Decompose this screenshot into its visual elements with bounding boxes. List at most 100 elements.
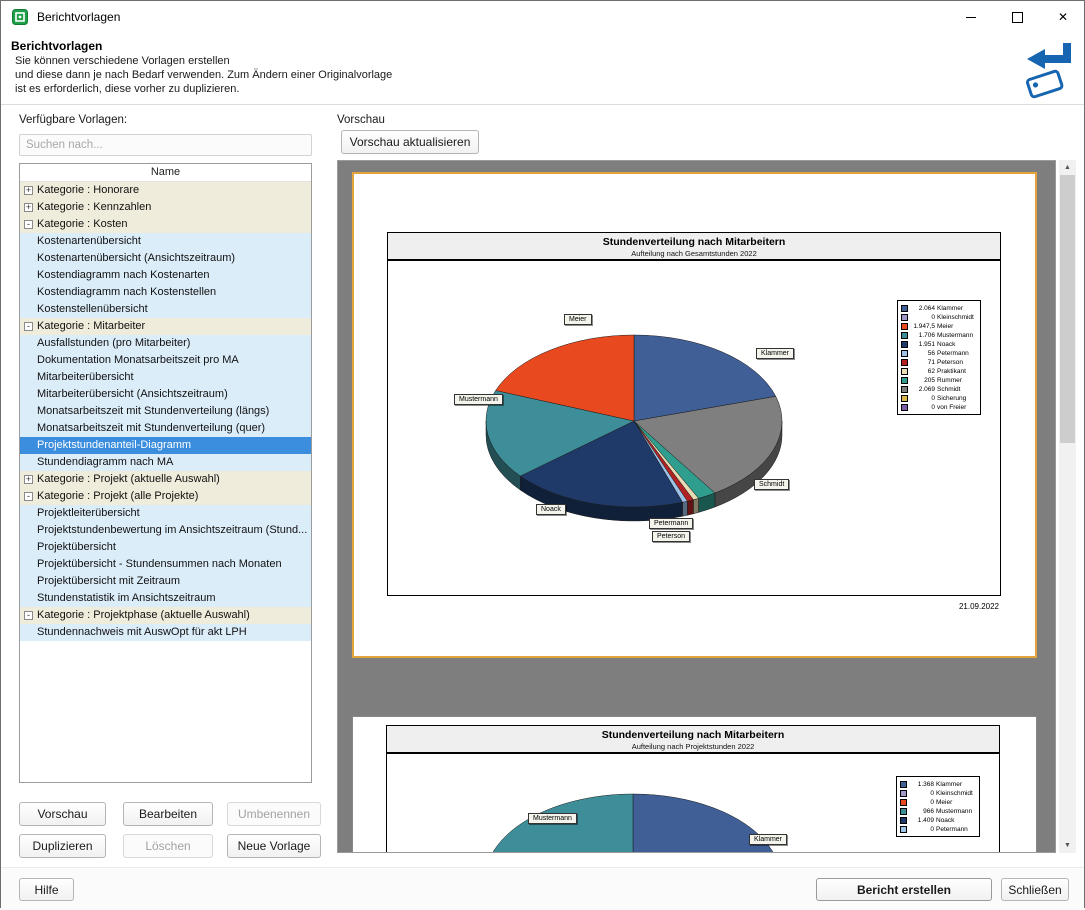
- maximize-button[interactable]: [994, 1, 1040, 33]
- chart-legend-1: 2.064 Klammer 0 Kleinschmidt 1.947,5 Meier 1.7…: [897, 300, 981, 415]
- report-subtitle-1: Aufteilung nach Gesamtstunden 2022: [631, 249, 757, 258]
- bericht-erstellen-button[interactable]: Bericht erstellen: [816, 878, 992, 901]
- window-title: Berichtvorlagen: [37, 10, 121, 24]
- description-line-1: Sie können verschiedene Vorlagen erstell…: [15, 55, 230, 67]
- tree-item[interactable]: + Kategorie : Honorare: [20, 182, 311, 199]
- tree-item[interactable]: Stundendiagramm nach MA: [20, 454, 311, 471]
- legend-color-swatch: [900, 781, 907, 788]
- preview-scrollbar[interactable]: ▲ ▼: [1059, 160, 1076, 853]
- scrollbar-thumb[interactable]: [1060, 175, 1075, 443]
- legend-color-swatch: [901, 341, 908, 348]
- template-tree[interactable]: Name + Kategorie : Honorare + Kategorie : K…: [19, 163, 312, 783]
- tree-item[interactable]: Kostenartenübersicht (Ansichtszeitraum): [20, 250, 311, 267]
- hilfe-button[interactable]: Hilfe: [19, 878, 74, 901]
- header-divider: [1, 104, 1084, 105]
- collapse-icon[interactable]: -: [24, 322, 33, 331]
- chart-area-2: 1.368 Klammer 0 Kleinschmidt 0 Meier 966 Muster…: [386, 753, 1000, 852]
- tree-item[interactable]: Monatsarbeitszeit mit Stundenverteilung …: [20, 420, 311, 437]
- vorschau-button[interactable]: Vorschau: [19, 802, 106, 826]
- tree-item-label: Ausfallstunden (pro Mitarbeiter): [37, 337, 191, 349]
- tree-item-label: Projektübersicht: [37, 541, 116, 553]
- report-template-icon: [1025, 43, 1071, 99]
- scroll-up-icon[interactable]: ▲: [1059, 160, 1076, 175]
- schliessen-button[interactable]: Schließen: [1001, 878, 1069, 901]
- tree-item[interactable]: Projektleiterübersicht: [20, 505, 311, 522]
- collapse-icon[interactable]: -: [24, 220, 33, 229]
- expand-icon[interactable]: +: [24, 186, 33, 195]
- legend-entry: 205 Rummer: [901, 376, 977, 385]
- legend-entry: 0 Kleinschmidt: [900, 789, 976, 798]
- tree-item-label: Dokumentation Monatsarbeitszeit pro MA: [37, 354, 239, 366]
- tree-item-label: Projektübersicht - Stundensummen nach Mo…: [37, 558, 282, 570]
- pie-label-petermann: Petermann: [649, 518, 694, 529]
- tree-item-label: Stundendiagramm nach MA: [37, 456, 174, 468]
- expand-icon[interactable]: +: [24, 203, 33, 212]
- tree-item-label: Projektübersicht mit Zeitraum: [37, 575, 181, 587]
- tree-item[interactable]: Projektübersicht - Stundensummen nach Mo…: [20, 556, 311, 573]
- scroll-down-icon[interactable]: ▼: [1059, 838, 1076, 853]
- report-title-2: Stundenverteilung nach Mitarbeitern: [601, 729, 785, 741]
- report-page-1[interactable]: Stundenverteilung nach Mitarbeitern Auft…: [352, 172, 1037, 658]
- report-header-1: Stundenverteilung nach Mitarbeitern Auft…: [387, 232, 1001, 260]
- legend-color-swatch: [900, 790, 907, 797]
- collapse-icon[interactable]: -: [24, 492, 33, 501]
- report-page-2[interactable]: Stundenverteilung nach Mitarbeitern Auft…: [352, 716, 1037, 852]
- maximize-icon: [1011, 11, 1023, 23]
- tree-item[interactable]: Kostendiagramm nach Kostenstellen: [20, 284, 311, 301]
- neue-vorlage-button[interactable]: Neue Vorlage: [227, 834, 321, 858]
- search-input[interactable]: [19, 134, 312, 156]
- pie-label-noack: Noack: [536, 504, 566, 515]
- legend-entry: 966 Mustermann: [900, 807, 976, 816]
- pie2-label-mustermann: Mustermann: [528, 813, 577, 824]
- preview-label: Vorschau: [337, 114, 385, 126]
- pie-label-klammer: Klammer: [756, 348, 795, 359]
- tree-item[interactable]: Projektstundenbewertung im Ansichtszeitr…: [20, 522, 311, 539]
- umbenennen-button[interactable]: Umbenennen: [227, 802, 321, 826]
- chart-legend-2: 1.368 Klammer 0 Kleinschmidt 0 Meier 966 Muster…: [896, 776, 980, 837]
- report-subtitle-2: Aufteilung nach Projektstunden 2022: [631, 742, 755, 751]
- loeschen-button[interactable]: Löschen: [123, 834, 213, 858]
- duplizieren-button[interactable]: Duplizieren: [19, 834, 106, 858]
- legend-entry: 71 Peterson: [901, 358, 977, 367]
- tree-item-label: Kostendiagramm nach Kostenarten: [37, 269, 210, 281]
- tree-item[interactable]: - Kategorie : Projektphase (aktuelle Ausw…: [20, 607, 311, 624]
- tree-item[interactable]: Kostenstellenübersicht: [20, 301, 311, 318]
- tree-item[interactable]: - Kategorie : Mitarbeiter: [20, 318, 311, 335]
- report-header-2: Stundenverteilung nach Mitarbeitern Auft…: [386, 725, 1000, 753]
- tree-item[interactable]: + Kategorie : Projekt (aktuelle Auswahl): [20, 471, 311, 488]
- tree-item-label: Projektstundenanteil-Diagramm: [37, 439, 192, 451]
- tree-item-label: Projektleiterübersicht: [37, 507, 140, 519]
- tree-item[interactable]: Mitarbeiterübersicht: [20, 369, 311, 386]
- legend-color-swatch: [900, 808, 907, 815]
- legend-color-swatch: [901, 332, 908, 339]
- close-button[interactable]: ✕: [1040, 1, 1085, 33]
- page-title: Berichtvorlagen: [11, 39, 103, 53]
- tree-item[interactable]: Mitarbeiterübersicht (Ansichtszeitraum): [20, 386, 311, 403]
- tree-item[interactable]: - Kategorie : Projekt (alle Projekte): [20, 488, 311, 505]
- legend-entry: 0 Meier: [900, 798, 976, 807]
- legend-entry: 1.409 Noack: [900, 816, 976, 825]
- tree-item[interactable]: Monatsarbeitszeit mit Stundenverteilung …: [20, 403, 311, 420]
- tree-item-label: Kategorie : Mitarbeiter: [37, 320, 146, 332]
- bearbeiten-button[interactable]: Bearbeiten: [123, 802, 213, 826]
- tree-item[interactable]: Dokumentation Monatsarbeitszeit pro MA: [20, 352, 311, 369]
- tree-item[interactable]: Ausfallstunden (pro Mitarbeiter): [20, 335, 311, 352]
- tree-item[interactable]: - Kategorie : Kosten: [20, 216, 311, 233]
- refresh-preview-button[interactable]: Vorschau aktualisieren: [341, 130, 479, 154]
- expand-icon[interactable]: +: [24, 475, 33, 484]
- minimize-button[interactable]: [948, 1, 994, 33]
- tree-item[interactable]: Projektstundenanteil-Diagramm: [20, 437, 311, 454]
- tree-item[interactable]: + Kategorie : Kennzahlen: [20, 199, 311, 216]
- legend-entry: 2.069 Schmidt: [901, 385, 977, 394]
- tree-item[interactable]: Stundenstatistik im Ansichtszeitraum: [20, 590, 311, 607]
- tree-item[interactable]: Projektübersicht mit Zeitraum: [20, 573, 311, 590]
- tree-item[interactable]: Kostenartenübersicht: [20, 233, 311, 250]
- tree-item[interactable]: Projektübersicht: [20, 539, 311, 556]
- legend-color-swatch: [900, 799, 907, 806]
- tree-item-label: Kostendiagramm nach Kostenstellen: [37, 286, 217, 298]
- tree-item[interactable]: Kostendiagramm nach Kostenarten: [20, 267, 311, 284]
- tree-item[interactable]: Stundennachweis mit AuswOpt für akt LPH: [20, 624, 311, 641]
- legend-entry: 1.706 Mustermann: [901, 331, 977, 340]
- pie-label-peterson: Peterson: [652, 531, 691, 542]
- collapse-icon[interactable]: -: [24, 611, 33, 620]
